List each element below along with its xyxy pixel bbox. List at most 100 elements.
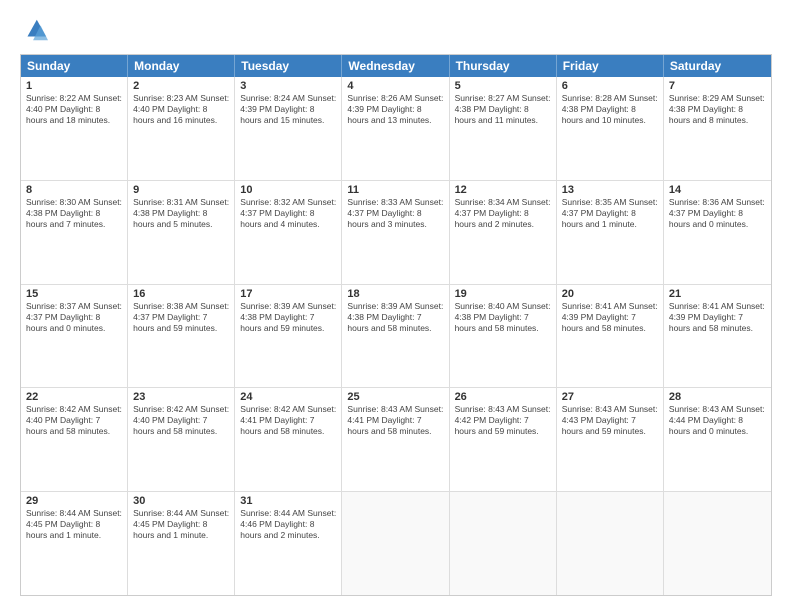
day-cell-20: 20Sunrise: 8:41 AM Sunset: 4:39 PM Dayli… xyxy=(557,285,664,388)
day-cell-24: 24Sunrise: 8:42 AM Sunset: 4:41 PM Dayli… xyxy=(235,388,342,491)
day-info: Sunrise: 8:32 AM Sunset: 4:37 PM Dayligh… xyxy=(240,197,336,230)
empty-cell xyxy=(342,492,449,595)
day-number: 8 xyxy=(26,184,122,196)
day-info: Sunrise: 8:37 AM Sunset: 4:37 PM Dayligh… xyxy=(26,301,122,334)
empty-cell xyxy=(450,492,557,595)
day-info: Sunrise: 8:43 AM Sunset: 4:42 PM Dayligh… xyxy=(455,404,551,437)
header-day-thursday: Thursday xyxy=(450,55,557,77)
day-number: 23 xyxy=(133,391,229,403)
day-info: Sunrise: 8:42 AM Sunset: 4:41 PM Dayligh… xyxy=(240,404,336,437)
day-number: 13 xyxy=(562,184,658,196)
day-info: Sunrise: 8:24 AM Sunset: 4:39 PM Dayligh… xyxy=(240,93,336,126)
day-number: 9 xyxy=(133,184,229,196)
day-cell-1: 1Sunrise: 8:22 AM Sunset: 4:40 PM Daylig… xyxy=(21,77,128,180)
day-cell-13: 13Sunrise: 8:35 AM Sunset: 4:37 PM Dayli… xyxy=(557,181,664,284)
day-cell-31: 31Sunrise: 8:44 AM Sunset: 4:46 PM Dayli… xyxy=(235,492,342,595)
day-cell-7: 7Sunrise: 8:29 AM Sunset: 4:38 PM Daylig… xyxy=(664,77,771,180)
empty-cell xyxy=(557,492,664,595)
day-info: Sunrise: 8:42 AM Sunset: 4:40 PM Dayligh… xyxy=(133,404,229,437)
day-number: 15 xyxy=(26,288,122,300)
calendar-body: 1Sunrise: 8:22 AM Sunset: 4:40 PM Daylig… xyxy=(21,77,771,595)
day-number: 21 xyxy=(669,288,766,300)
day-info: Sunrise: 8:26 AM Sunset: 4:39 PM Dayligh… xyxy=(347,93,443,126)
day-info: Sunrise: 8:43 AM Sunset: 4:44 PM Dayligh… xyxy=(669,404,766,437)
day-cell-28: 28Sunrise: 8:43 AM Sunset: 4:44 PM Dayli… xyxy=(664,388,771,491)
day-cell-16: 16Sunrise: 8:38 AM Sunset: 4:37 PM Dayli… xyxy=(128,285,235,388)
day-info: Sunrise: 8:29 AM Sunset: 4:38 PM Dayligh… xyxy=(669,93,766,126)
day-cell-17: 17Sunrise: 8:39 AM Sunset: 4:38 PM Dayli… xyxy=(235,285,342,388)
empty-cell xyxy=(664,492,771,595)
day-info: Sunrise: 8:44 AM Sunset: 4:46 PM Dayligh… xyxy=(240,508,336,541)
day-info: Sunrise: 8:41 AM Sunset: 4:39 PM Dayligh… xyxy=(669,301,766,334)
day-cell-15: 15Sunrise: 8:37 AM Sunset: 4:37 PM Dayli… xyxy=(21,285,128,388)
week-row-5: 29Sunrise: 8:44 AM Sunset: 4:45 PM Dayli… xyxy=(21,491,771,595)
day-number: 27 xyxy=(562,391,658,403)
header-day-wednesday: Wednesday xyxy=(342,55,449,77)
day-info: Sunrise: 8:40 AM Sunset: 4:38 PM Dayligh… xyxy=(455,301,551,334)
day-number: 2 xyxy=(133,80,229,92)
header-day-sunday: Sunday xyxy=(21,55,128,77)
day-number: 24 xyxy=(240,391,336,403)
day-number: 19 xyxy=(455,288,551,300)
day-cell-25: 25Sunrise: 8:43 AM Sunset: 4:41 PM Dayli… xyxy=(342,388,449,491)
day-number: 29 xyxy=(26,495,122,507)
day-info: Sunrise: 8:28 AM Sunset: 4:38 PM Dayligh… xyxy=(562,93,658,126)
page: SundayMondayTuesdayWednesdayThursdayFrid… xyxy=(0,0,792,612)
day-number: 7 xyxy=(669,80,766,92)
day-number: 26 xyxy=(455,391,551,403)
day-cell-5: 5Sunrise: 8:27 AM Sunset: 4:38 PM Daylig… xyxy=(450,77,557,180)
day-number: 6 xyxy=(562,80,658,92)
day-number: 12 xyxy=(455,184,551,196)
day-cell-10: 10Sunrise: 8:32 AM Sunset: 4:37 PM Dayli… xyxy=(235,181,342,284)
day-cell-9: 9Sunrise: 8:31 AM Sunset: 4:38 PM Daylig… xyxy=(128,181,235,284)
header xyxy=(20,16,772,44)
day-cell-27: 27Sunrise: 8:43 AM Sunset: 4:43 PM Dayli… xyxy=(557,388,664,491)
day-cell-18: 18Sunrise: 8:39 AM Sunset: 4:38 PM Dayli… xyxy=(342,285,449,388)
header-day-friday: Friday xyxy=(557,55,664,77)
day-cell-6: 6Sunrise: 8:28 AM Sunset: 4:38 PM Daylig… xyxy=(557,77,664,180)
day-info: Sunrise: 8:41 AM Sunset: 4:39 PM Dayligh… xyxy=(562,301,658,334)
header-day-monday: Monday xyxy=(128,55,235,77)
day-number: 16 xyxy=(133,288,229,300)
calendar-header: SundayMondayTuesdayWednesdayThursdayFrid… xyxy=(21,55,771,77)
day-info: Sunrise: 8:33 AM Sunset: 4:37 PM Dayligh… xyxy=(347,197,443,230)
day-cell-14: 14Sunrise: 8:36 AM Sunset: 4:37 PM Dayli… xyxy=(664,181,771,284)
day-number: 18 xyxy=(347,288,443,300)
day-info: Sunrise: 8:39 AM Sunset: 4:38 PM Dayligh… xyxy=(240,301,336,334)
week-row-2: 8Sunrise: 8:30 AM Sunset: 4:38 PM Daylig… xyxy=(21,180,771,284)
day-info: Sunrise: 8:36 AM Sunset: 4:37 PM Dayligh… xyxy=(669,197,766,230)
day-info: Sunrise: 8:30 AM Sunset: 4:38 PM Dayligh… xyxy=(26,197,122,230)
day-cell-26: 26Sunrise: 8:43 AM Sunset: 4:42 PM Dayli… xyxy=(450,388,557,491)
day-cell-22: 22Sunrise: 8:42 AM Sunset: 4:40 PM Dayli… xyxy=(21,388,128,491)
day-cell-12: 12Sunrise: 8:34 AM Sunset: 4:37 PM Dayli… xyxy=(450,181,557,284)
day-cell-30: 30Sunrise: 8:44 AM Sunset: 4:45 PM Dayli… xyxy=(128,492,235,595)
day-number: 11 xyxy=(347,184,443,196)
day-info: Sunrise: 8:44 AM Sunset: 4:45 PM Dayligh… xyxy=(26,508,122,541)
day-cell-4: 4Sunrise: 8:26 AM Sunset: 4:39 PM Daylig… xyxy=(342,77,449,180)
week-row-3: 15Sunrise: 8:37 AM Sunset: 4:37 PM Dayli… xyxy=(21,284,771,388)
week-row-4: 22Sunrise: 8:42 AM Sunset: 4:40 PM Dayli… xyxy=(21,387,771,491)
week-row-1: 1Sunrise: 8:22 AM Sunset: 4:40 PM Daylig… xyxy=(21,77,771,180)
day-info: Sunrise: 8:43 AM Sunset: 4:43 PM Dayligh… xyxy=(562,404,658,437)
header-day-tuesday: Tuesday xyxy=(235,55,342,77)
day-info: Sunrise: 8:44 AM Sunset: 4:45 PM Dayligh… xyxy=(133,508,229,541)
day-info: Sunrise: 8:23 AM Sunset: 4:40 PM Dayligh… xyxy=(133,93,229,126)
day-number: 25 xyxy=(347,391,443,403)
day-cell-21: 21Sunrise: 8:41 AM Sunset: 4:39 PM Dayli… xyxy=(664,285,771,388)
day-info: Sunrise: 8:22 AM Sunset: 4:40 PM Dayligh… xyxy=(26,93,122,126)
day-number: 4 xyxy=(347,80,443,92)
header-day-saturday: Saturday xyxy=(664,55,771,77)
day-cell-29: 29Sunrise: 8:44 AM Sunset: 4:45 PM Dayli… xyxy=(21,492,128,595)
day-cell-2: 2Sunrise: 8:23 AM Sunset: 4:40 PM Daylig… xyxy=(128,77,235,180)
day-number: 3 xyxy=(240,80,336,92)
day-cell-3: 3Sunrise: 8:24 AM Sunset: 4:39 PM Daylig… xyxy=(235,77,342,180)
day-number: 31 xyxy=(240,495,336,507)
day-info: Sunrise: 8:43 AM Sunset: 4:41 PM Dayligh… xyxy=(347,404,443,437)
day-cell-19: 19Sunrise: 8:40 AM Sunset: 4:38 PM Dayli… xyxy=(450,285,557,388)
day-cell-11: 11Sunrise: 8:33 AM Sunset: 4:37 PM Dayli… xyxy=(342,181,449,284)
day-number: 17 xyxy=(240,288,336,300)
day-info: Sunrise: 8:39 AM Sunset: 4:38 PM Dayligh… xyxy=(347,301,443,334)
day-number: 30 xyxy=(133,495,229,507)
day-cell-8: 8Sunrise: 8:30 AM Sunset: 4:38 PM Daylig… xyxy=(21,181,128,284)
day-number: 28 xyxy=(669,391,766,403)
